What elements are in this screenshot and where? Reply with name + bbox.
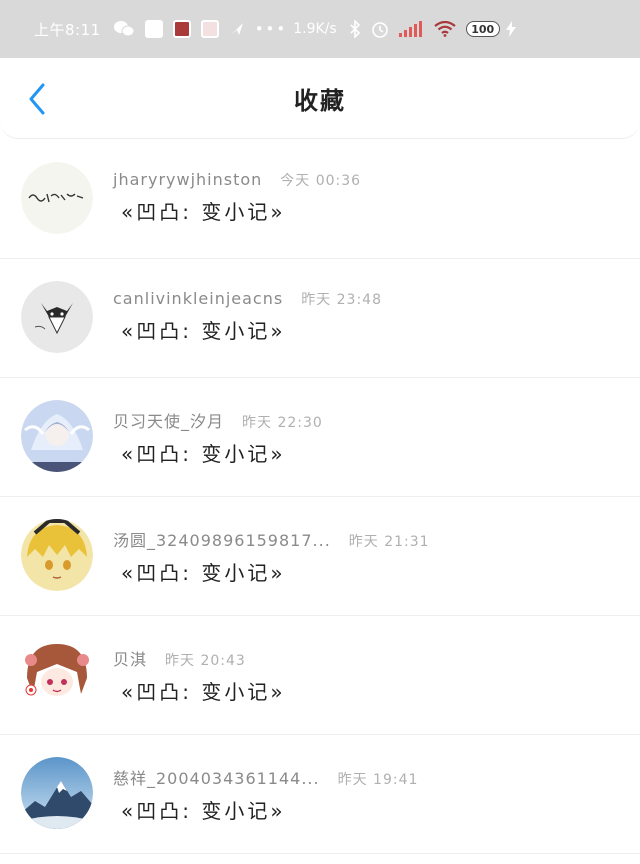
back-button[interactable] [22, 82, 52, 116]
username: 贝习天使_汐月 [113, 412, 225, 431]
page-title: 收藏 [294, 86, 346, 115]
network-speed: 1.9K/s [293, 21, 337, 37]
username: 汤圆_32409896159817... [113, 531, 331, 550]
timestamp: 今天 00:36 [280, 173, 362, 189]
username: 贝淇 [113, 650, 148, 669]
nav-bar: 收藏 [0, 58, 640, 139]
list-item[interactable]: canlivinkleinjeacns 昨天 23:48 «凹凸: 变小记» [0, 259, 640, 378]
app-icon [172, 20, 191, 38]
username: canlivinkleinjeacns [113, 289, 284, 308]
more-dots: ••• [254, 20, 288, 38]
battery-icon: 100 [465, 21, 500, 37]
note-icon [200, 20, 219, 38]
signal-icon [398, 21, 424, 37]
angel-avatar[interactable] [21, 400, 93, 472]
calligraphy-avatar[interactable] [21, 162, 93, 234]
alarm-icon [371, 20, 389, 38]
app-screen: 上午8:11 ••• 1.9K/s 100 收藏 jharyrywjhinsto… [0, 0, 640, 864]
timestamp: 昨天 22:30 [242, 415, 323, 431]
timestamp: 昨天 23:48 [301, 292, 382, 308]
wifi-icon [434, 21, 456, 37]
timestamp: 昨天 19:41 [337, 772, 419, 788]
mountain-avatar[interactable] [21, 757, 93, 829]
gps-icon [229, 21, 245, 37]
favorites-list: jharyrywjhinston 今天 00:36 «凹凸: 变小记» canl… [0, 140, 640, 854]
message-text: «凹凸: 变小记» [121, 799, 286, 823]
timestamp: 昨天 20:43 [165, 653, 246, 669]
bluetooth-icon [349, 20, 361, 38]
list-item[interactable]: 慈祥_2004034361144... 昨天 19:41 «凹凸: 变小记» [0, 735, 640, 854]
message-text: «凹凸: 变小记» [121, 680, 286, 704]
timestamp: 昨天 21:31 [348, 534, 430, 550]
message-text: «凹凸: 变小记» [121, 319, 286, 343]
message-icon [144, 20, 163, 38]
message-text: «凹凸: 变小记» [121, 442, 286, 466]
wolf-avatar[interactable] [21, 281, 93, 353]
wechat-icon [113, 20, 135, 38]
username: 慈祥_2004034361144... [113, 769, 320, 788]
message-text: «凹凸: 变小记» [121, 561, 286, 585]
chevron-left-icon [29, 83, 45, 115]
list-item[interactable]: 汤圆_32409896159817... 昨天 21:31 «凹凸: 变小记» [0, 497, 640, 616]
charging-icon [505, 21, 516, 37]
list-item[interactable]: 贝习天使_汐月 昨天 22:30 «凹凸: 变小记» [0, 378, 640, 497]
username: jharyrywjhinston [113, 170, 263, 189]
yellow-hair-avatar[interactable] [21, 519, 93, 591]
list-item[interactable]: jharyrywjhinston 今天 00:36 «凹凸: 变小记» [0, 140, 640, 259]
brown-hair-avatar[interactable] [21, 638, 93, 710]
status-time: 上午8:11 [34, 20, 101, 39]
list-item[interactable]: 贝淇 昨天 20:43 «凹凸: 变小记» [0, 616, 640, 735]
status-bar: 上午8:11 ••• 1.9K/s 100 [0, 0, 640, 58]
message-text: «凹凸: 变小记» [121, 200, 286, 224]
